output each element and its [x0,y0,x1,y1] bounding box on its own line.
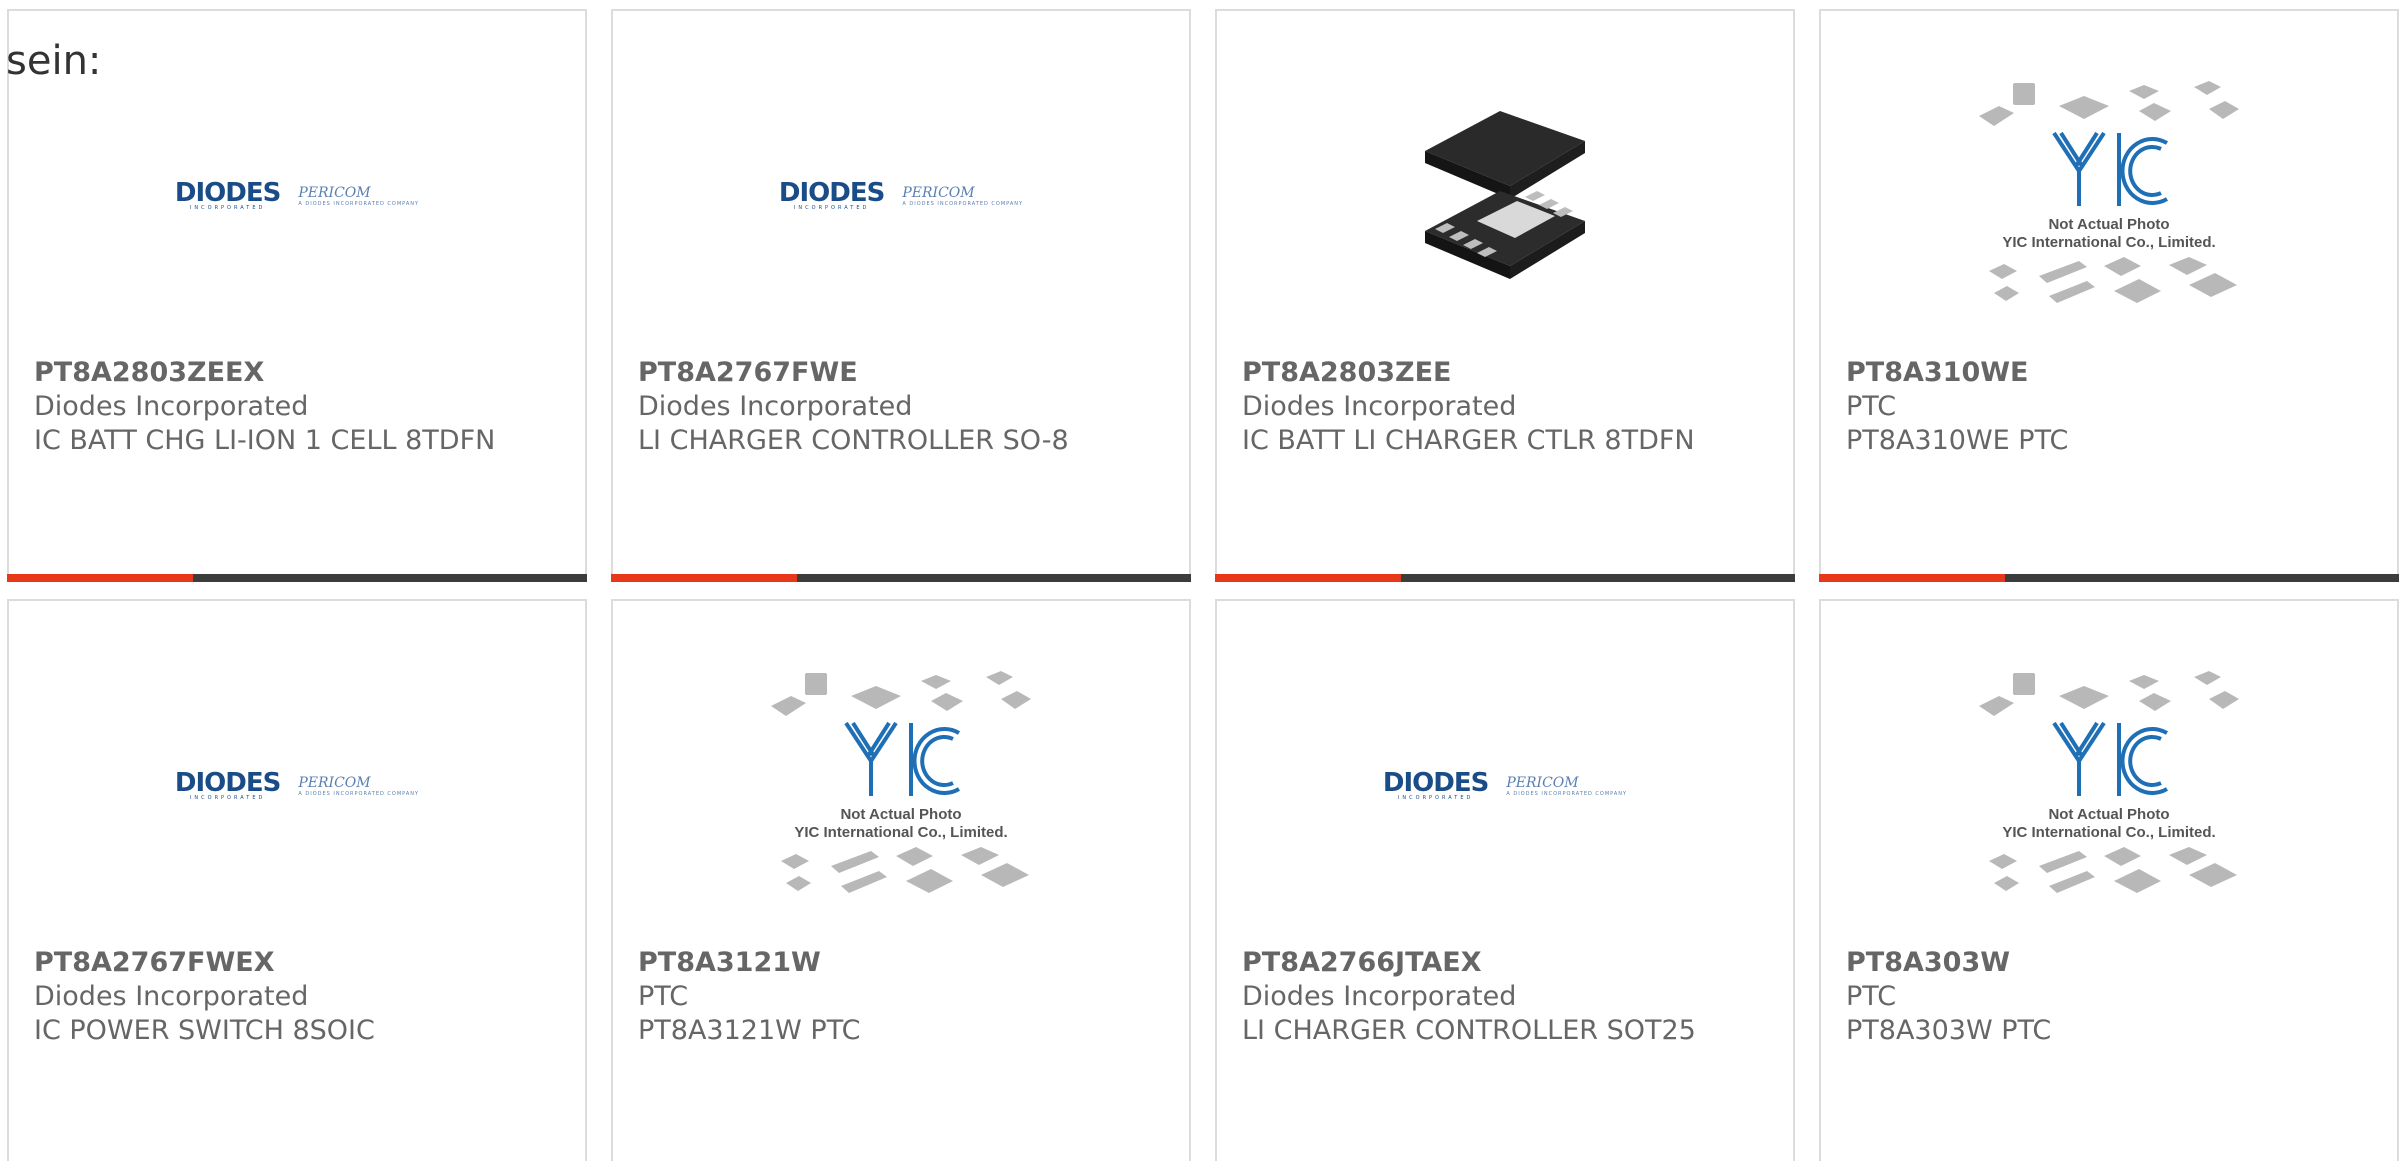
diodes-logo: DIODES INCORPORATED [174,178,281,211]
product-info: PT8A2803ZEE Diodes Incorporated IC BATT … [1242,356,1742,458]
pericom-logo-text: PERICOM [902,184,975,201]
diodes-logo-text: DIODES [1382,768,1489,798]
part-number-link[interactable]: PT8A303W [1846,946,2346,980]
yic-not-actual-photo: Not Actual PhotoYIC International Co., L… [1979,671,2239,893]
product-info: PT8A2803ZEEX Diodes Incorporated IC BATT… [34,356,534,458]
manufacturer: Diodes Incorporated [1242,391,1517,422]
yic-caption-line1: Not Actual Photo [2048,216,2169,233]
card-progress-bar [1215,574,1795,582]
part-number-link[interactable]: PT8A2803ZEEX [34,356,534,390]
product-info: PT8A3121W PTC PT8A3121W PTC [638,946,1138,1048]
product-info: PT8A2766JTAEX Diodes Incorporated LI CHA… [1242,946,1742,1048]
card-progress-fill [1215,574,1401,582]
card-progress-bar [1819,574,2399,582]
manufacturer: Diodes Incorporated [1242,981,1517,1012]
pericom-logo-text: PERICOM [298,774,371,791]
intro-text: sein: [6,38,102,84]
card-progress-bar [611,574,1191,582]
pericom-logo-text: PERICOM [298,184,371,201]
card-progress-fill [611,574,797,582]
diodes-logo-subtext: INCORPORATED [189,205,266,211]
card-progress-fill [7,574,193,582]
description: PT8A303W PTC [1846,1015,2052,1046]
description: LI CHARGER CONTROLLER SOT25 [1242,1015,1696,1046]
yic-caption-line2: YIC International Co., Limited. [2002,824,2215,841]
yic-not-actual-photo: Not Actual PhotoYIC International Co., L… [1979,81,2239,303]
product-info: PT8A310WE PTC PT8A310WE PTC [1846,356,2346,458]
manufacturer: PTC [1846,391,1897,422]
part-number-link[interactable]: PT8A2767FWEX [34,946,534,980]
part-number-link[interactable]: PT8A310WE [1846,356,2346,390]
description: IC BATT LI CHARGER CTLR 8TDFN [1242,425,1695,456]
manufacturer: Diodes Incorporated [34,391,309,422]
diodes-logo-text: DIODES [174,178,281,208]
diodes-logo: DIODES INCORPORATED [778,178,885,211]
yic-caption-line2: YIC International Co., Limited. [794,824,1007,841]
diodes-logo: DIODES INCORPORATED [1382,768,1489,801]
description: IC BATT CHG LI-ION 1 CELL 8TDFN [34,425,496,456]
part-number-link[interactable]: PT8A2803ZEE [1242,356,1742,390]
product-image[interactable]: DIODES INCORPORATED PERICOM A DIODES INCORP… [9,661,585,911]
pericom-logo: PERICOM A DIODES INCORPORATED COMPANY [902,185,1023,208]
diodes-pericom-logo: DIODES INCORPORATED PERICOM A DIODES INCORP… [174,768,419,801]
pericom-logo-subtext: A DIODES INCORPORATED COMPANY [298,790,420,797]
diodes-logo-subtext: INCORPORATED [189,795,266,801]
manufacturer: Diodes Incorporated [34,981,309,1012]
product-info: PT8A2767FWEX Diodes Incorporated IC POWE… [34,946,534,1048]
product-image[interactable]: Not Actual Photo YIC International Co., L… [613,661,1189,911]
yic-not-actual-photo: Not Actual PhotoYIC International Co., L… [771,671,1031,893]
description: LI CHARGER CONTROLLER SO-8 [638,425,1069,456]
diodes-logo-text: DIODES [174,768,281,798]
description: PT8A310WE PTC [1846,425,2069,456]
diodes-logo-subtext: INCORPORATED [1397,795,1474,801]
product-card[interactable]: Not Actual Photo YIC International Co., L… [1819,599,2399,1161]
product-image[interactable]: Not Actual Photo YIC International Co., L… [1821,661,2397,911]
product-image[interactable]: Not Actual Photo YIC International Co., L… [1821,71,2397,321]
product-card[interactable]: DIODES INCORPORATED PERICOM A DIODES INCORP… [611,9,1191,582]
diodes-pericom-logo: DIODES INCORPORATED PERICOM A DIODES INCORP… [174,178,419,211]
diodes-logo-text: DIODES [778,178,885,208]
pericom-logo-subtext: A DIODES INCORPORATED COMPANY [902,200,1024,207]
yic-caption-line1: Not Actual Photo [840,806,961,823]
card-progress-bar [7,574,587,582]
pericom-logo: PERICOM A DIODES INCORPORATED COMPANY [1506,775,1627,798]
product-image[interactable]: DIODES INCORPORATED PERICOM A DIODES INCORP… [613,71,1189,321]
pericom-logo-subtext: A DIODES INCORPORATED COMPANY [298,200,420,207]
diodes-logo: DIODES INCORPORATED [174,768,281,801]
card-progress-fill [1819,574,2005,582]
product-image[interactable] [1217,71,1793,321]
product-card[interactable]: DIODES INCORPORATED PERICOM A DIODES INCORP… [1215,599,1795,1161]
diodes-pericom-logo: DIODES INCORPORATED PERICOM A DIODES INCORP… [1382,768,1627,801]
part-number-link[interactable]: PT8A2767FWE [638,356,1138,390]
pericom-logo: PERICOM A DIODES INCORPORATED COMPANY [298,185,419,208]
diodes-pericom-logo: DIODES INCORPORATED PERICOM A DIODES INCORP… [778,178,1023,211]
product-image[interactable]: DIODES INCORPORATED PERICOM A DIODES INCORP… [9,71,585,321]
description: PT8A3121W PTC [638,1015,861,1046]
product-info: PT8A303W PTC PT8A303W PTC [1846,946,2346,1048]
product-info: PT8A2767FWE Diodes Incorporated LI CHARG… [638,356,1138,458]
yic-caption-line2: YIC International Co., Limited. [2002,234,2215,251]
yic-caption-line1: Not Actual Photo [2048,806,2169,823]
diodes-logo-subtext: INCORPORATED [793,205,870,211]
page: sein: DIODES INCORPORATED PERICOM A DIODES … [0,0,2400,1161]
product-card[interactable]: PT8A2803ZEE Diodes Incorporated IC BATT … [1215,9,1795,582]
manufacturer: PTC [1846,981,1897,1012]
manufacturer: PTC [638,981,689,1012]
product-image[interactable]: DIODES INCORPORATED PERICOM A DIODES INCORP… [1217,661,1793,911]
product-card[interactable]: DIODES INCORPORATED PERICOM A DIODES INCORP… [7,9,587,582]
manufacturer: Diodes Incorporated [638,391,913,422]
product-card[interactable]: DIODES INCORPORATED PERICOM A DIODES INCORP… [7,599,587,1161]
part-number-link[interactable]: PT8A3121W [638,946,1138,980]
product-card[interactable]: Not Actual Photo YIC International Co., L… [611,599,1191,1161]
pericom-logo-subtext: A DIODES INCORPORATED COMPANY [1506,790,1628,797]
chip-photo [1425,111,1585,279]
pericom-logo-text: PERICOM [1506,774,1579,791]
part-number-link[interactable]: PT8A2766JTAEX [1242,946,1742,980]
product-card[interactable]: Not Actual Photo YIC International Co., L… [1819,9,2399,582]
description: IC POWER SWITCH 8SOIC [34,1015,375,1046]
pericom-logo: PERICOM A DIODES INCORPORATED COMPANY [298,775,419,798]
